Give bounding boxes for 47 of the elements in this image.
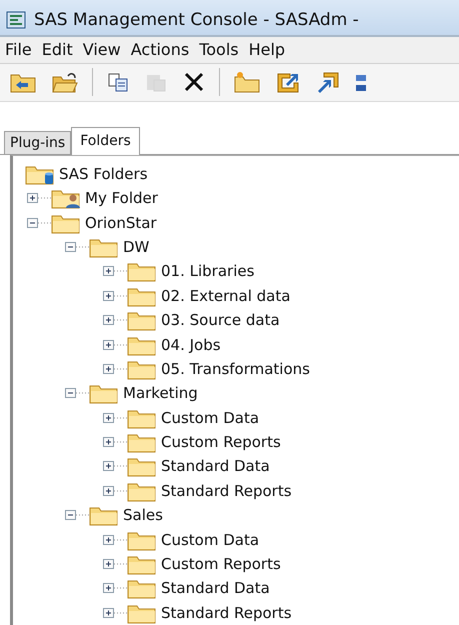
expand-icon[interactable] bbox=[103, 265, 127, 278]
collapse-icon[interactable] bbox=[65, 240, 89, 253]
collapse-icon[interactable] bbox=[65, 509, 89, 522]
tree-item-label[interactable]: Custom Reports bbox=[161, 433, 281, 452]
menu-item[interactable]: Tools bbox=[198, 40, 240, 60]
collapse-icon[interactable] bbox=[65, 387, 89, 400]
tree-item-label[interactable]: 03. Source data bbox=[161, 311, 280, 330]
expand-icon[interactable] bbox=[103, 412, 127, 424]
expand-icon[interactable] bbox=[27, 192, 51, 204]
expand-icon[interactable] bbox=[103, 606, 127, 619]
expand-icon[interactable] bbox=[103, 314, 127, 326]
menu-item[interactable]: View bbox=[82, 40, 122, 60]
expand-icon[interactable] bbox=[103, 484, 127, 497]
expand-icon[interactable] bbox=[103, 290, 127, 302]
menu-item[interactable]: Edit bbox=[40, 40, 74, 60]
tree-item-label[interactable]: SAS Folders bbox=[59, 164, 148, 183]
collapse-icon[interactable] bbox=[27, 216, 51, 229]
tree-item-label[interactable]: Sales bbox=[123, 506, 163, 524]
menu-item[interactable]: File bbox=[4, 40, 33, 60]
tree-item-label[interactable]: Custom Data bbox=[161, 530, 260, 549]
expand-icon[interactable] bbox=[103, 582, 127, 594]
tree-item-label[interactable]: Standard Data bbox=[161, 579, 270, 598]
tree-item-label[interactable]: Standard Data bbox=[161, 457, 270, 476]
tree-item-label[interactable]: DW bbox=[123, 238, 150, 256]
tree-item-label[interactable]: Standard Reports bbox=[161, 482, 292, 500]
menu-item[interactable]: Help bbox=[248, 40, 286, 60]
expand-icon[interactable] bbox=[103, 338, 127, 350]
expand-icon[interactable] bbox=[103, 558, 127, 570]
tab[interactable]: Folders bbox=[71, 126, 140, 155]
expand-icon[interactable] bbox=[103, 460, 127, 472]
tree-item-label[interactable]: My Folder bbox=[85, 189, 158, 208]
expand-icon[interactable] bbox=[103, 436, 127, 448]
tree-item-label[interactable]: Standard Reports bbox=[161, 604, 292, 622]
tree-item-label[interactable]: Custom Reports bbox=[161, 555, 281, 574]
tree-item-label[interactable]: OrionStar bbox=[85, 214, 157, 232]
tree-item-label[interactable]: 01. Libraries bbox=[161, 262, 254, 280]
app-icon bbox=[6, 11, 26, 30]
tree-item-label[interactable]: Marketing bbox=[123, 384, 198, 402]
expand-icon[interactable] bbox=[103, 534, 127, 546]
window-title: SAS Management Console - SASAdm - bbox=[34, 10, 359, 30]
tab[interactable]: Plug-ins bbox=[4, 130, 72, 154]
expand-icon[interactable] bbox=[103, 362, 127, 375]
tree-item-label[interactable]: 05. Transformations bbox=[161, 360, 310, 378]
tree-item-label[interactable]: 04. Jobs bbox=[161, 336, 221, 354]
tree-item-label[interactable]: 02. External data bbox=[161, 286, 290, 305]
menu-item[interactable]: Actions bbox=[130, 40, 190, 60]
tree-item-label[interactable]: Custom Data bbox=[161, 408, 260, 427]
